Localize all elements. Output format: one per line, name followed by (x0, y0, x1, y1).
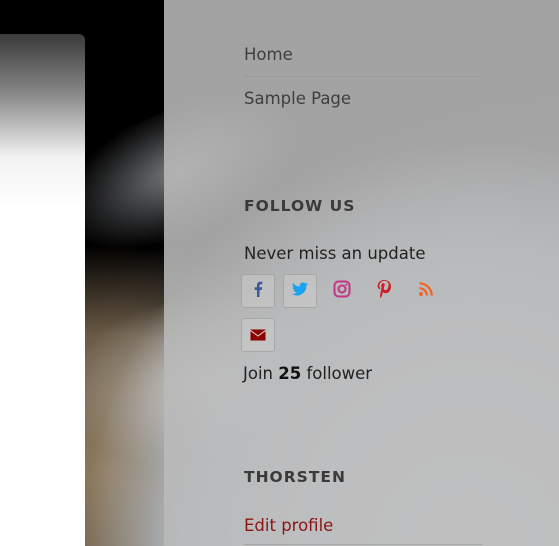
follower-count-text: Join 25 follower (243, 364, 372, 383)
email-button[interactable] (241, 318, 275, 352)
follow-us-title: FOLLOW US (244, 197, 356, 215)
menu-item-sample-page[interactable]: Sample Page (244, 77, 482, 120)
user-widget-title: THORSTEN (244, 468, 346, 486)
pinterest-button[interactable] (367, 274, 401, 308)
rss-button[interactable] (409, 274, 443, 308)
pinterest-icon (376, 279, 392, 303)
instagram-button[interactable] (325, 274, 359, 308)
divider (244, 544, 482, 545)
follower-count: 25 (278, 364, 302, 383)
facebook-button[interactable] (241, 274, 275, 308)
email-icon (250, 326, 266, 345)
twitter-icon (291, 281, 309, 301)
follow-tagline: Never miss an update (244, 244, 426, 263)
join-prefix: Join (243, 364, 274, 383)
twitter-button[interactable] (283, 274, 317, 308)
edit-profile-link[interactable]: Edit profile (244, 516, 333, 535)
sidebar-menu: Home Sample Page (244, 33, 482, 120)
join-suffix: follower (306, 364, 373, 383)
content-card (0, 34, 85, 546)
facebook-icon (250, 280, 266, 302)
rss-icon (418, 281, 434, 301)
menu-item-home[interactable]: Home (244, 33, 482, 77)
instagram-icon (333, 280, 351, 302)
